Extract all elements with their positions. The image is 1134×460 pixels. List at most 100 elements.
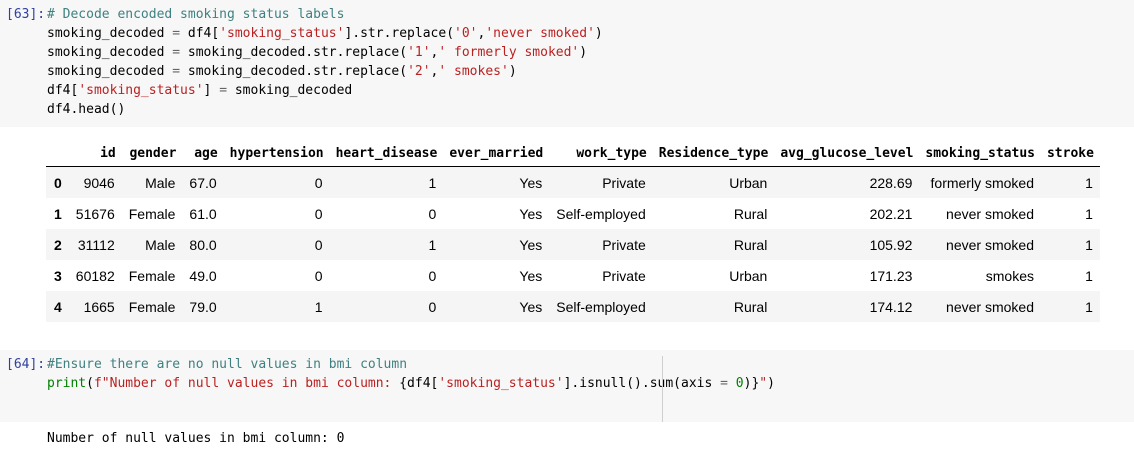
code-token: ) — [594, 26, 603, 41]
code-token: 'never smoked' — [485, 26, 595, 41]
code-token: #Ensure there are no null values in bmi … — [47, 357, 408, 372]
code-token: = — [172, 26, 181, 41]
code-token: str — [360, 26, 384, 41]
code-token: {df4[ — [399, 376, 439, 391]
table-cell: 61.0 — [189, 205, 217, 222]
table-cell: 51676 — [75, 205, 115, 222]
code-token: smoking_decoded — [47, 45, 173, 60]
table-cell: 202.21 — [869, 205, 913, 222]
table-row: 0 9046 Male 67.0 0 1 Yes Private Urban 228.69 form… — [46, 166, 1100, 198]
table-cell: formerly smoked — [930, 174, 1034, 191]
table-cell: Urban — [729, 267, 768, 284]
code-token: (axis — [673, 376, 721, 391]
table-cell: never smoked — [946, 236, 1034, 253]
table-cell: 80.0 — [189, 236, 217, 253]
table-cell: Yes — [519, 267, 543, 284]
row-index: 2 — [54, 236, 62, 253]
table-cell: 1 — [314, 298, 323, 315]
code-token: smoking_decoded. — [180, 64, 314, 79]
code-token: 'smoking_status' — [438, 376, 564, 391]
table-cell: smokes — [985, 267, 1034, 284]
code-token: smoking_decoded — [47, 64, 173, 79]
code-token: 0 — [735, 376, 744, 391]
table-cell: never smoked — [946, 205, 1034, 222]
column-header — [46, 140, 69, 167]
code-token: ' formerly smoked' — [438, 45, 580, 60]
table-cell: Male — [145, 174, 176, 191]
column-header: Residence_type — [652, 140, 775, 167]
table-row: 1 51676 Female 61.0 0 0 Yes Self-employed Rural 2… — [46, 198, 1100, 229]
editor-ruler-line — [662, 356, 663, 422]
code-line: df4.head() — [47, 100, 125, 119]
table-cell: Rural — [733, 298, 768, 315]
code-token: ( — [86, 376, 94, 391]
table-cell: Rural — [733, 236, 768, 253]
code-token: '0' — [454, 26, 478, 41]
table-cell: Private — [602, 236, 646, 253]
table-cell: 67.0 — [189, 174, 217, 191]
table-cell: Female — [128, 205, 176, 222]
table-cell: Yes — [519, 205, 543, 222]
table-row: 4 1665 Female 79.0 1 0 Yes Self-employed Rural 17… — [46, 291, 1100, 322]
code-token: .replace( — [336, 64, 408, 79]
code-token: = — [720, 376, 728, 391]
code-token: = — [172, 64, 181, 79]
table-cell: 1 — [428, 174, 437, 191]
code-token: # Decode encoded smoking status labels — [47, 7, 345, 22]
code-line: #Ensure there are no null values in bmi … — [47, 355, 407, 374]
table-cell: Private — [602, 174, 646, 191]
code-token: ] — [203, 83, 220, 98]
table-cell: Female — [128, 298, 176, 315]
code-token: ) — [767, 376, 775, 391]
table-cell: Female — [128, 267, 176, 284]
table-cell: Male — [145, 236, 176, 253]
code-token: '1' — [407, 45, 431, 60]
table-row: 3 60182 Female 49.0 0 0 Yes Private Urban 171.23 s… — [46, 260, 1100, 291]
cell-prompt-63: [63]: — [6, 7, 46, 22]
code-line: print(f"Number of null values in bmi col… — [47, 374, 775, 393]
table-cell: 49.0 — [189, 267, 217, 284]
code-token: .replace( — [383, 26, 455, 41]
table-cell: never smoked — [946, 298, 1034, 315]
table-cell: 9046 — [83, 174, 115, 191]
table-cell: 1 — [1085, 174, 1093, 191]
code-token: smoking_decoded. — [180, 45, 314, 60]
code-token: print — [47, 376, 87, 391]
code-line: # Decode encoded smoking status labels — [47, 5, 344, 24]
table-header-row: id gender age hypertension heart_disease ever… — [46, 140, 1100, 167]
code-token: '2' — [407, 64, 431, 79]
table-cell: 1 — [428, 236, 437, 253]
code-token: ]. — [344, 26, 361, 41]
code-token: ) — [579, 45, 588, 60]
table-cell: 0 — [314, 236, 323, 253]
column-header: heart_disease — [329, 140, 444, 167]
table-cell: Rural — [733, 205, 768, 222]
code-token: 'smoking_status' — [219, 26, 345, 41]
code-token: str — [313, 45, 337, 60]
code-token: str — [313, 64, 337, 79]
table-cell: 171.23 — [869, 267, 913, 284]
code-token: " — [759, 376, 768, 391]
code-token: = — [219, 83, 228, 98]
column-header: gender — [121, 140, 183, 167]
code-token: 'smoking_status' — [78, 83, 204, 98]
code-token: f"Number of null values in bmi column: — [93, 376, 400, 391]
code-token: ' smokes' — [438, 64, 509, 79]
table-cell: 79.0 — [189, 298, 217, 315]
cell-prompt-64: [64]: — [6, 357, 46, 372]
row-index: 3 — [54, 267, 62, 284]
table-cell: Self-employed — [556, 298, 646, 315]
column-header: stroke — [1040, 140, 1100, 167]
column-header: avg_glucose_level — [774, 140, 920, 167]
code-token: ) — [508, 64, 517, 79]
code-line: smoking_decoded = smoking_decoded.str.re… — [47, 62, 517, 81]
code-token: smoking_decoded — [227, 83, 353, 98]
table-cell: 1 — [1085, 298, 1093, 315]
table-cell: 60182 — [75, 267, 115, 284]
table-cell: 0 — [428, 205, 437, 222]
table-cell: Yes — [519, 298, 543, 315]
table-cell: 0 — [428, 267, 437, 284]
code-token: df4[ — [47, 83, 79, 98]
code-line: df4['smoking_status'] = smoking_decoded — [47, 81, 352, 100]
